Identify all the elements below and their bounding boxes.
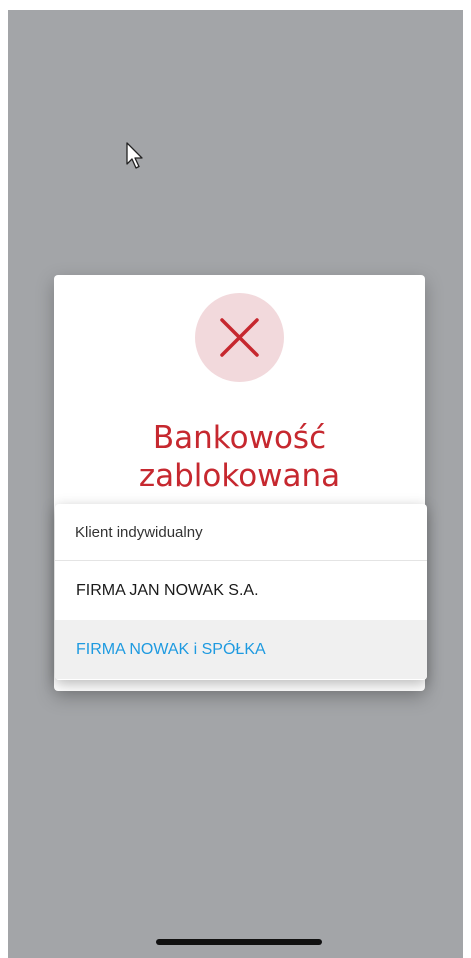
close-icon xyxy=(220,318,259,357)
error-badge xyxy=(195,293,284,382)
dialog-title-line-1: Bankowość xyxy=(152,420,327,456)
account-option-nowak-spolka[interactable]: FIRMA NOWAK i SPÓŁKA xyxy=(55,620,427,679)
home-indicator[interactable] xyxy=(156,939,322,945)
account-option-jan-nowak[interactable]: FIRMA JAN NOWAK S.A. xyxy=(55,561,427,620)
dialog-title: Bankowość zablokowana xyxy=(54,419,425,495)
phone-screen: Bankowość zablokowana Klient indywidualn… xyxy=(8,10,463,958)
account-option-label: FIRMA JAN NOWAK S.A. xyxy=(76,581,259,599)
dialog-title-line-2: zablokowana xyxy=(138,458,341,494)
account-picker: Klient indywidualny FIRMA JAN NOWAK S.A.… xyxy=(55,504,427,680)
account-option-label: FIRMA NOWAK i SPÓŁKA xyxy=(76,640,266,658)
account-picker-header: Klient indywidualny xyxy=(55,504,427,561)
mouse-pointer-icon xyxy=(126,142,146,170)
